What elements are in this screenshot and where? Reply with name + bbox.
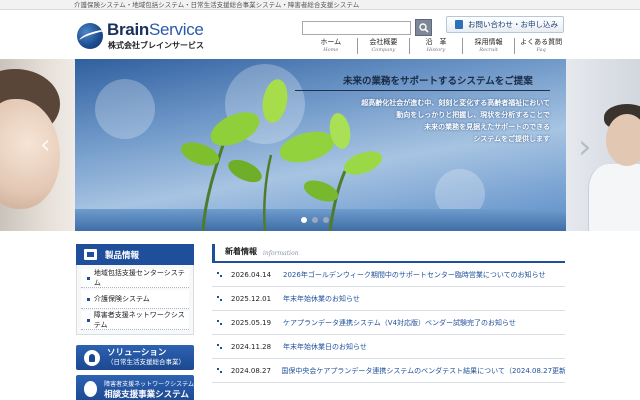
sidebar-item-regional-support[interactable]: 地域包括支援センターシステム	[81, 269, 189, 288]
consultation-banner[interactable]: 障害者支援ネットワークシステム 相談支援事業システム	[76, 375, 194, 400]
logo-company-name: 株式会社ブレインサービス	[108, 41, 204, 50]
hero-divider	[295, 90, 550, 91]
slider-dots	[301, 217, 329, 223]
contact-label: お問い合わせ・お申し込み	[468, 20, 558, 29]
news-marker-icon	[217, 319, 223, 326]
sidebar-item-disability-network[interactable]: 障害者支援ネットワークシステム	[81, 311, 189, 330]
sidebar-item-care-insurance[interactable]: 介護保険システム	[81, 290, 189, 309]
hero-prev-slide-preview	[0, 59, 75, 231]
slider-next-icon[interactable]: ›	[578, 130, 598, 164]
solution-banner[interactable]: ソリューション （日常生活支援総合事業）	[76, 345, 194, 370]
news-section: 新着情報 information 2026.04.14 2026年ゴールデンウィー…	[212, 244, 565, 383]
products-list: 地域包括支援センターシステム 介護保険システム 障害者支援ネットワークシステム	[76, 265, 194, 335]
news-marker-icon	[217, 271, 223, 278]
news-item[interactable]: 2024.08.27 国保中央会ケアプランデータ連携システムのベンダテスト結果につ…	[212, 359, 565, 383]
nav-history[interactable]: 沿 革 History	[409, 38, 462, 54]
news-item[interactable]: 2024.11.28 年末年始休業日のお知らせ	[212, 335, 565, 359]
nav-company[interactable]: 会社概要 Company	[356, 38, 410, 54]
hero-slider: 未来の業務をサポートするシステムをご提案 超高齢化社会が進む中、刻刻と変化する高…	[75, 59, 566, 231]
search-input[interactable]	[302, 21, 411, 35]
slider-prev-icon[interactable]: ‹	[40, 132, 56, 158]
monitor-icon	[84, 249, 97, 260]
top-tagline-bar: 介護保険システム・地域包括システム・日常生活支援総合事業システム・障害者総合支援…	[0, 0, 640, 10]
main-nav: ホーム Home 会社概要 Company 沿 革 History 採用情報 Recru…	[305, 38, 567, 54]
products-heading: 製品情報	[76, 244, 194, 265]
search-button[interactable]	[415, 19, 432, 36]
news-item[interactable]: 2025.12.01 年末年始休業のお知らせ	[212, 287, 565, 311]
bullet-icon	[87, 318, 90, 322]
person-icon	[84, 349, 100, 366]
nav-home[interactable]: ホーム Home	[305, 38, 357, 54]
bullet-icon	[87, 297, 90, 301]
nav-recruit[interactable]: 採用情報 Recruit	[461, 38, 515, 54]
contact-button[interactable]: お問い合わせ・お申し込み	[446, 16, 564, 33]
document-icon	[455, 20, 463, 29]
news-heading: 新着情報 information	[212, 244, 565, 263]
tagline-text: 介護保険システム・地域包括システム・日常生活支援総合事業システム・障害者総合支援…	[74, 1, 360, 9]
hero-description: 超高齢化社会が進む中、刻刻と変化する高齢者福祉において 動向をしっかりと把握し、…	[361, 99, 550, 143]
slider-dot-2[interactable]	[312, 217, 318, 223]
news-marker-icon	[217, 295, 223, 302]
news-item[interactable]: 2025.05.19 ケアプランデータ連携システム（V4対応版）ベンダー試験完了の…	[212, 311, 565, 335]
hero-title: 未来の業務をサポートするシステムをご提案	[343, 76, 533, 87]
nav-faq[interactable]: よくある質問 Faq	[514, 38, 567, 54]
slider-dot-1[interactable]	[301, 217, 307, 223]
news-marker-icon	[217, 343, 223, 350]
people-icon	[84, 381, 98, 397]
site-logo[interactable]: BrainService 株式会社ブレインサービス	[77, 18, 227, 54]
slider-dot-3[interactable]	[323, 217, 329, 223]
search-icon	[418, 22, 429, 33]
sidebar: 製品情報 地域包括支援センターシステム 介護保険システム 障害者支援ネットワーク…	[76, 244, 194, 400]
logo-brand-name: BrainService	[107, 20, 204, 39]
news-item[interactable]: 2026.04.14 2026年ゴールデンウィーク期間中のサポートセンター臨時営業…	[212, 263, 565, 287]
news-marker-icon	[217, 367, 223, 374]
bullet-icon	[87, 276, 90, 280]
